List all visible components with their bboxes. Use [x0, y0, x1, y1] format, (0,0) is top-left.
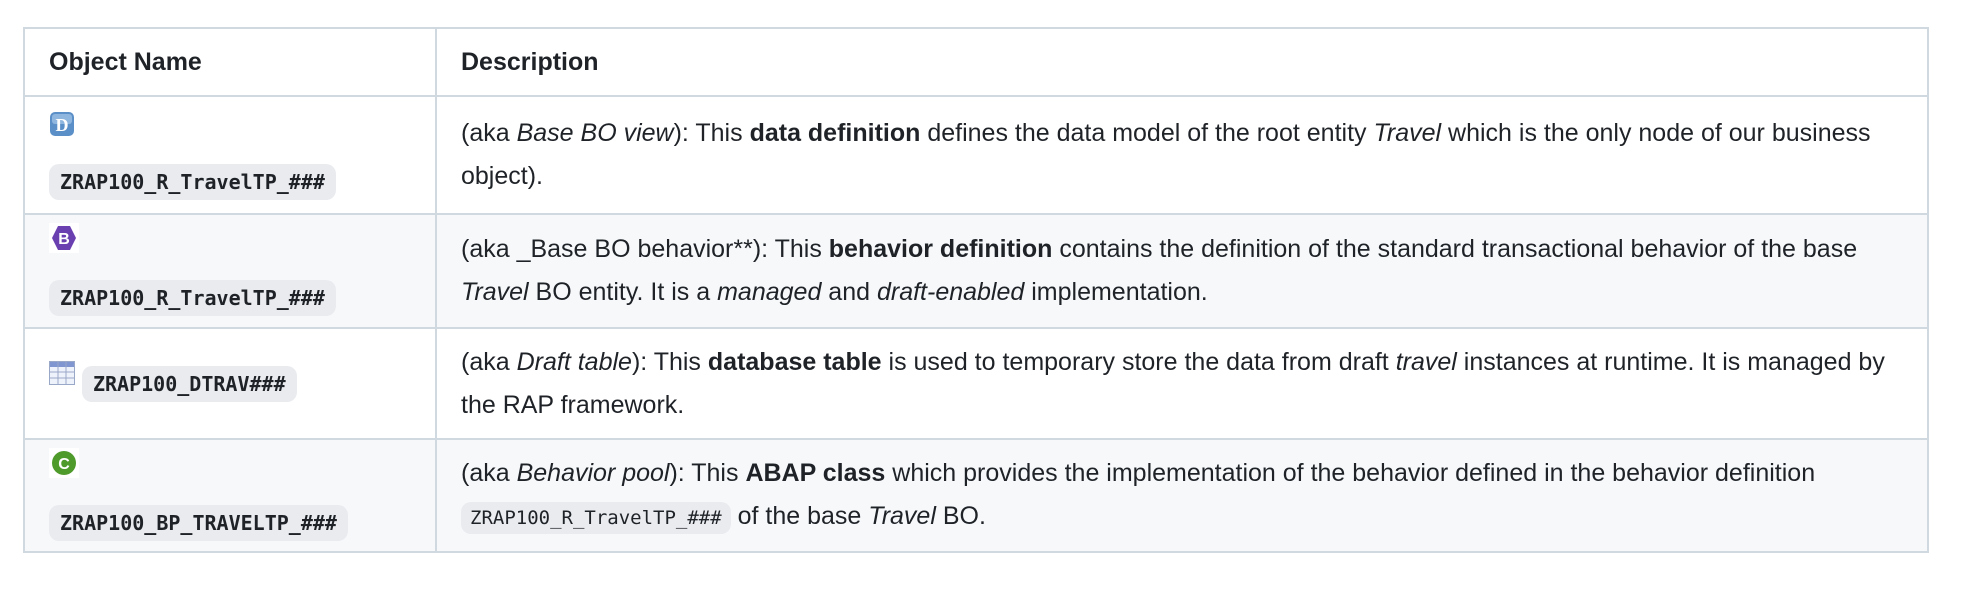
data-definition-icon: D — [49, 103, 75, 155]
description-cell: (aka Draft table): This database table i… — [435, 327, 1929, 440]
text: ): This — [673, 119, 750, 147]
object-name: ZRAP100_R_TravelTP_### — [49, 280, 336, 317]
italic-text: Travel — [868, 501, 936, 530]
text: BO. — [935, 501, 986, 530]
text: and — [821, 278, 877, 306]
text: contains the definition of the standard … — [1052, 235, 1858, 263]
italic-text: managed — [717, 278, 822, 306]
text: (aka — [461, 119, 517, 147]
bold-text: database table — [707, 347, 882, 376]
italic-text: Draft table — [516, 347, 632, 376]
svg-text:C: C — [58, 456, 70, 473]
object-name-cell: C ZRAP100_BP_TRAVELTP_### — [23, 438, 437, 553]
bold-text: data definition — [749, 119, 921, 147]
description-cell: (aka _Base BO behavior**): This behavior… — [435, 213, 1929, 329]
objects-table: Object Name Description D ZRAP100_R_Trav… — [23, 27, 1929, 553]
object-name-cell: B ZRAP100_R_TravelTP_### — [23, 213, 437, 329]
bold-text: ABAP class — [745, 458, 886, 487]
table-row: B ZRAP100_R_TravelTP_### (aka _Base BO b… — [23, 213, 1929, 329]
text: ): This — [669, 458, 746, 487]
description-cell: (aka Base BO view): This data definition… — [435, 95, 1929, 215]
object-name-cell: D ZRAP100_R_TravelTP_### — [23, 95, 437, 215]
svg-text:D: D — [56, 115, 69, 135]
italic-text: Travel — [1373, 119, 1442, 147]
text: (aka — [461, 458, 517, 487]
text: ): This — [631, 347, 708, 376]
text: is used to temporary store the data from… — [881, 347, 1396, 376]
table-header-row: Object Name Description — [23, 27, 1929, 97]
table-row: ZRAP100_DTRAV### (aka Draft table): This… — [23, 327, 1929, 440]
text: (aka _Base BO behavior**): This — [461, 235, 829, 263]
object-name: ZRAP100_R_TravelTP_### — [49, 164, 336, 201]
behavior-definition-icon: B — [49, 219, 79, 271]
header-object-name: Object Name — [23, 27, 437, 97]
bold-text: behavior definition — [828, 235, 1053, 263]
database-table-icon — [49, 356, 75, 399]
object-name: ZRAP100_BP_TRAVELTP_### — [49, 504, 348, 541]
text: implementation. — [1024, 278, 1208, 306]
svg-text:B: B — [58, 231, 70, 248]
italic-text: Base BO view — [516, 119, 674, 147]
header-description: Description — [435, 27, 1929, 97]
inline-code: ZRAP100_R_TravelTP_### — [461, 501, 731, 534]
text: BO entity. It is a — [528, 278, 718, 306]
table-row: D ZRAP100_R_TravelTP_### (aka Base BO vi… — [23, 95, 1929, 215]
italic-text: draft-enabled — [876, 278, 1025, 306]
abap-class-icon: C — [49, 444, 79, 496]
text: defines the data model of the root entit… — [920, 119, 1374, 147]
text: which provides the implementation of the… — [885, 458, 1816, 487]
italic-text: Behavior pool — [516, 458, 670, 487]
object-name: ZRAP100_DTRAV### — [81, 365, 297, 402]
text: (aka — [461, 347, 517, 376]
italic-text: Travel — [461, 278, 529, 306]
object-name-cell: ZRAP100_DTRAV### — [23, 327, 437, 440]
text: of the base — [730, 501, 869, 530]
table-row: C ZRAP100_BP_TRAVELTP_### (aka Behavior … — [23, 438, 1929, 553]
description-cell: (aka Behavior pool): This ABAP class whi… — [435, 438, 1929, 553]
italic-text: travel — [1395, 347, 1457, 376]
